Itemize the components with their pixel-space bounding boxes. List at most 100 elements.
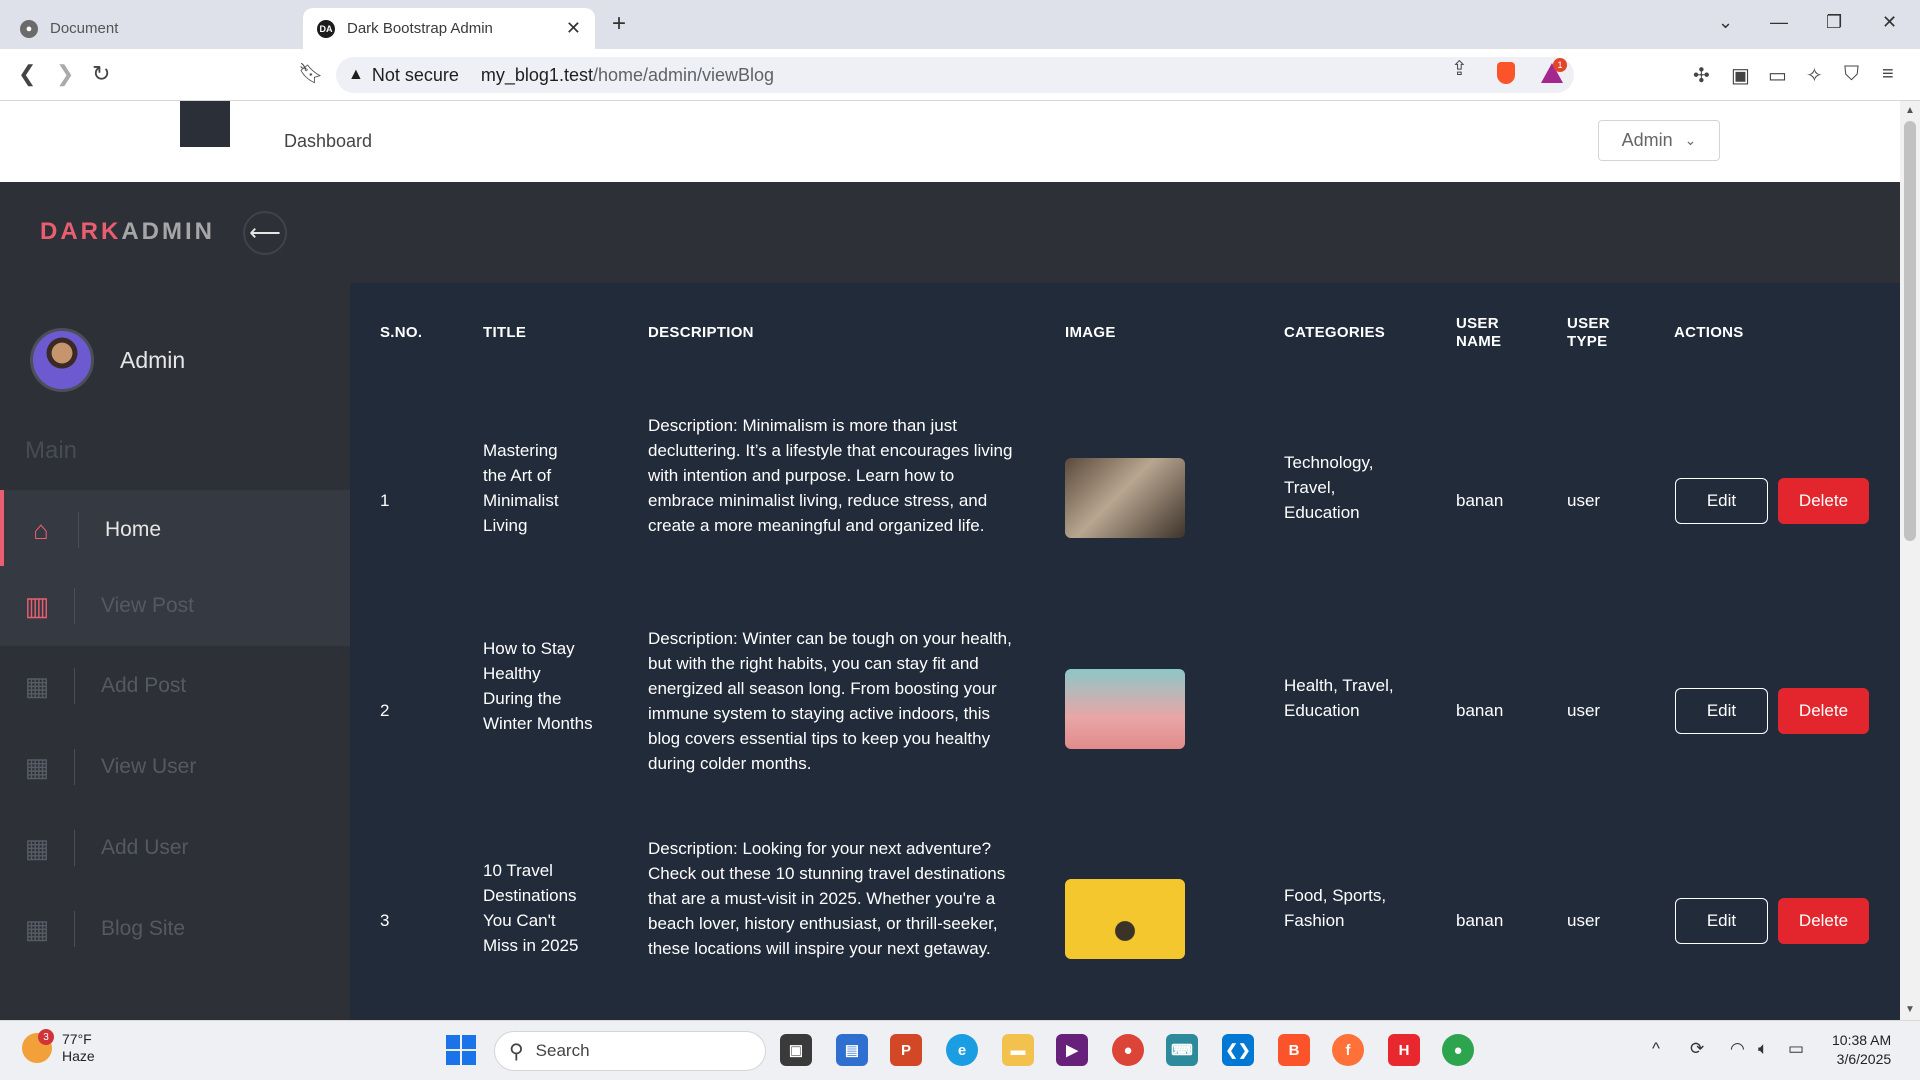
leo-ai-icon[interactable]: ✧ <box>1806 63 1823 88</box>
windows-start-icon[interactable] <box>446 1035 476 1065</box>
cell-user-name: banan <box>1456 491 1504 510</box>
vpn-icon[interactable]: ⛉ <box>1844 63 1859 86</box>
search-placeholder: Search <box>535 1041 590 1060</box>
herd-icon[interactable]: H <box>1388 1034 1420 1066</box>
table-row: 3 10 Travel Destinations You Can't Miss … <box>350 833 1900 1020</box>
tab-search-chevron-icon[interactable]: ⌄ <box>1718 12 1733 33</box>
sidebar-item-view-post[interactable]: ▥ View Post <box>0 566 350 646</box>
grid-icon: ▦ <box>24 670 50 701</box>
cell-user-type: user <box>1567 911 1601 930</box>
avatar <box>30 328 94 392</box>
vscode-icon[interactable]: ❮❯ <box>1222 1034 1254 1066</box>
menu-icon[interactable]: ≡ <box>1882 63 1894 86</box>
sidebar-item-view-user[interactable]: ▦ View User <box>0 727 350 807</box>
restore-button[interactable]: ❐ <box>1826 12 1842 33</box>
chevron-down-icon: ⌄ <box>1684 132 1697 148</box>
cell-sno: 3 <box>380 911 390 930</box>
sidebar-item-label: Add User <box>101 836 189 859</box>
bookmark-icon[interactable]: 🔖︎ <box>298 61 323 86</box>
weather-temp: 77°F <box>62 1031 92 1047</box>
wifi-icon[interactable]: ◠ <box>1730 1039 1745 1059</box>
brand-part-dark: DARK <box>40 218 122 245</box>
profile-name: Admin <box>120 346 186 373</box>
delete-button[interactable]: Delete <box>1778 688 1869 734</box>
rewards-badge: 1 <box>1553 58 1567 72</box>
sidebar-item-home[interactable]: ⌂ Home <box>0 490 350 570</box>
firefox-icon[interactable]: f <box>1332 1034 1364 1066</box>
file-explorer-icon[interactable]: ▬ <box>1002 1034 1034 1066</box>
header-actions: ACTIONS <box>1674 324 1744 341</box>
sidebar-item-label: View User <box>101 755 197 778</box>
scrollbar-thumb[interactable] <box>1904 121 1916 541</box>
edit-button[interactable]: Edit <box>1675 688 1768 734</box>
url-host: my_blog1.test <box>480 64 593 85</box>
admin-dropdown[interactable]: Admin ⌄ <box>1598 120 1720 161</box>
header-title: TITLE <box>483 324 527 341</box>
address-bar[interactable]: ▲ Not secure my_blog1.test/home/admin/vi… <box>336 57 1574 93</box>
scroll-down-icon[interactable]: ▼ <box>1905 1004 1915 1015</box>
brand-part-admin: ADMIN <box>121 218 215 245</box>
minimize-button[interactable]: — <box>1770 12 1788 33</box>
sync-icon[interactable]: ⟳ <box>1690 1039 1704 1059</box>
edge-icon[interactable]: e <box>946 1034 978 1066</box>
sidebar-item-label: View Post <box>101 594 194 617</box>
tab-document[interactable]: ● Document <box>14 8 304 49</box>
sidebar-toggle-button[interactable]: ⟵ <box>243 211 287 255</box>
delete-button[interactable]: Delete <box>1778 898 1869 944</box>
close-tab-icon[interactable]: ✕ <box>566 18 581 39</box>
chrome-profile-icon[interactable]: ● <box>1442 1034 1474 1066</box>
admin-dropdown-label: Admin <box>1621 130 1673 150</box>
clock-date: 3/6/2025 <box>1836 1051 1892 1067</box>
share-icon[interactable]: ⇪ <box>1451 56 1468 81</box>
weather-icon: 3 <box>22 1029 54 1063</box>
brave-browser-icon[interactable]: B <box>1278 1034 1310 1066</box>
forward-arrow-icon[interactable]: ❯ <box>56 61 74 87</box>
sidebar-toggle-icon[interactable]: ▣ <box>1731 63 1750 88</box>
header-categories: CATEGORIES <box>1284 324 1386 341</box>
edit-button[interactable]: Edit <box>1675 478 1768 524</box>
sidebar-item-add-post[interactable]: ▦ Add Post <box>0 646 350 726</box>
battery-icon[interactable]: ▭ <box>1788 1039 1804 1059</box>
cell-categories: Food, Sports, Fashion <box>1284 886 1387 930</box>
back-arrow-icon[interactable]: ❮ <box>18 61 36 87</box>
task-view-icon[interactable]: ▣ <box>780 1034 812 1066</box>
sidebar-item-label: Home <box>105 518 162 541</box>
menu-divider <box>74 911 75 947</box>
reload-icon[interactable]: ↻ <box>92 61 110 87</box>
menu-divider <box>74 588 75 624</box>
sidebar-item-blog-site[interactable]: ▦ Blog Site <box>0 889 350 969</box>
volume-icon[interactable]: 🔈︎ <box>1758 1039 1768 1059</box>
new-tab-button[interactable]: + <box>612 10 626 38</box>
cell-description: Description: Minimalism is more than jus… <box>648 416 1013 535</box>
sidebar-profile: Admin <box>30 328 185 392</box>
tab-dark-bootstrap-admin[interactable]: DA Dark Bootstrap Admin ✕ <box>303 8 595 49</box>
powerpoint-icon[interactable]: P <box>890 1034 922 1066</box>
menu-divider <box>74 668 75 704</box>
edit-button[interactable]: Edit <box>1675 898 1768 944</box>
header-user-name: USER NAME <box>1456 315 1502 350</box>
show-hidden-icons-chevron[interactable]: ^ <box>1652 1039 1660 1059</box>
extensions-icon[interactable]: ✣ <box>1693 63 1710 88</box>
brave-shields-icon[interactable] <box>1497 62 1515 84</box>
store-icon[interactable]: ▤ <box>836 1034 868 1066</box>
blog-table: S.NO. TITLE DESCRIPTION IMAGE CATEGORIES… <box>350 283 1900 1020</box>
dashboard-link[interactable]: Dashboard <box>284 131 372 152</box>
keyboard-app-icon[interactable]: ⌨ <box>1166 1034 1198 1066</box>
chrome-icon[interactable]: ● <box>1112 1034 1144 1066</box>
scroll-up-icon[interactable]: ▲ <box>1905 105 1915 116</box>
wallet-icon[interactable]: ▭ <box>1768 63 1787 88</box>
taskbar-search[interactable]: ⚲ Search <box>494 1031 766 1071</box>
tab-title: Dark Bootstrap Admin <box>347 20 493 37</box>
delete-button[interactable]: Delete <box>1778 478 1869 524</box>
visual-studio-icon[interactable]: ▶ <box>1056 1034 1088 1066</box>
cell-title: 10 Travel Destinations You Can't Miss in… <box>483 861 579 955</box>
close-window-button[interactable]: ✕ <box>1882 12 1897 33</box>
weather-widget[interactable]: 3 77°F Haze <box>22 1029 95 1065</box>
tab-title: Document <box>50 20 119 37</box>
brand-logo[interactable]: DARKADMIN <box>40 218 215 246</box>
page-scrollbar[interactable]: ▲ ▼ <box>1900 101 1920 1020</box>
cell-title: How to Stay Healthy During the Winter Mo… <box>483 639 593 733</box>
security-status[interactable]: Not secure <box>372 65 459 86</box>
system-clock[interactable]: 10:38 AM 3/6/2025 <box>1832 1031 1891 1069</box>
sidebar-item-add-user[interactable]: ▦ Add User <box>0 808 350 888</box>
